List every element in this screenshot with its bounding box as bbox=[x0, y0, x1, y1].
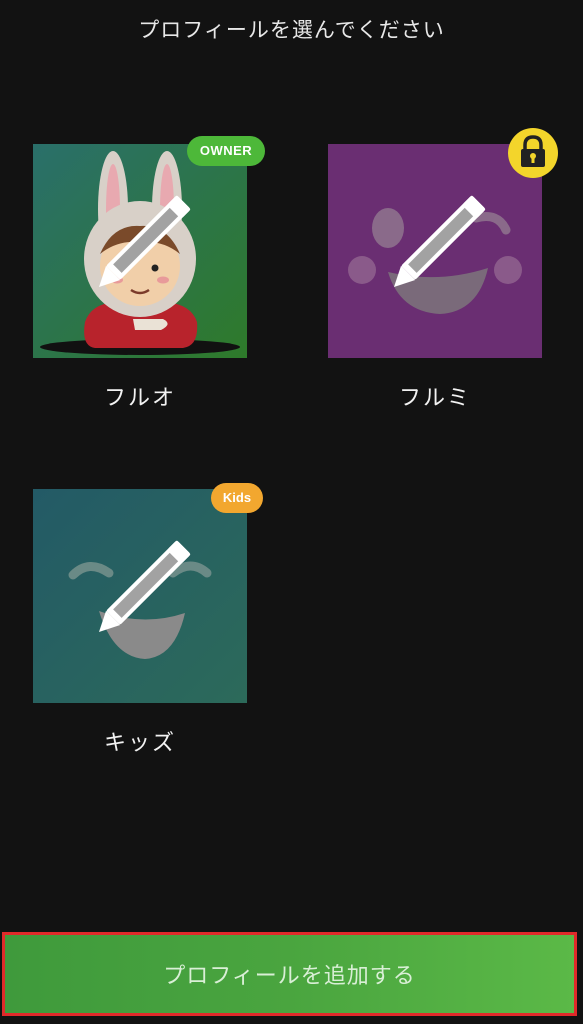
owner-badge: OWNER bbox=[187, 136, 265, 166]
profile-locked[interactable]: フルミ bbox=[328, 128, 558, 412]
profile-select-screen: プロフィールを選んでください OWNER フルオ フルミ Kids キッズ プロ… bbox=[0, 0, 583, 1024]
lock-icon bbox=[521, 135, 545, 167]
page-title: プロフィールを選んでください bbox=[138, 18, 445, 42]
profile-name: フルミ bbox=[398, 386, 471, 411]
profile-tile-kids[interactable]: Kids bbox=[33, 483, 263, 703]
add-profile-button[interactable]: プロフィールを追加する bbox=[2, 932, 577, 1016]
kids-badge: Kids bbox=[211, 483, 263, 513]
profile-tile-locked[interactable] bbox=[328, 128, 558, 358]
pencil-icon[interactable] bbox=[33, 144, 247, 358]
profile-owner[interactable]: OWNER フルオ bbox=[33, 136, 265, 412]
add-profile-label: プロフィールを追加する bbox=[163, 964, 416, 989]
profile-tile-owner[interactable]: OWNER bbox=[33, 136, 265, 358]
lock-badge bbox=[508, 128, 558, 178]
profile-kids[interactable]: Kids キッズ bbox=[33, 483, 263, 757]
pencil-icon[interactable] bbox=[33, 489, 247, 703]
profile-name: フルオ bbox=[103, 386, 176, 411]
profile-name: キッズ bbox=[103, 731, 176, 756]
